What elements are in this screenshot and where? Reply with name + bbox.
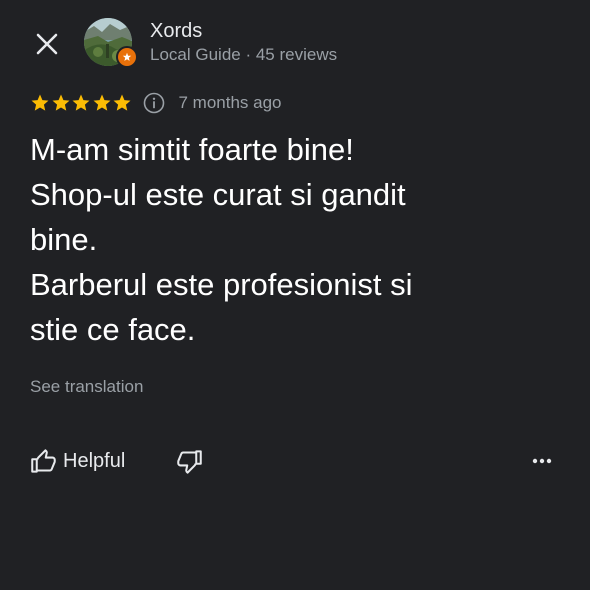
helpful-label: Helpful — [63, 449, 126, 472]
info-button[interactable] — [143, 92, 165, 114]
not-helpful-button[interactable] — [174, 445, 204, 477]
star-icon — [113, 94, 131, 111]
review-text-line: stie ce face. — [30, 312, 196, 347]
review-text-line: M-am simtit foarte bine! — [30, 132, 354, 167]
review-text-line: bine. — [30, 222, 98, 257]
star-icon — [93, 94, 110, 111]
rating-row: 7 months ago — [30, 91, 282, 115]
thumbs-down-icon — [176, 449, 202, 474]
star-icon — [72, 94, 90, 111]
author-name[interactable]: Xords — [150, 20, 202, 42]
review-text-line: Barberul este profesionist si — [30, 267, 413, 302]
see-translation-link[interactable]: See translation — [30, 377, 143, 397]
star-icon — [52, 94, 69, 111]
local-guide-badge — [116, 46, 138, 68]
close-icon — [36, 33, 58, 55]
review-text-line: Shop-ul este curat si gandit — [30, 177, 406, 212]
helpful-button[interactable]: Helpful — [30, 445, 125, 477]
review-text: M-am simtit foarte bine! Shop-ul este cu… — [30, 127, 550, 352]
local-guide-badge-icon — [122, 52, 132, 61]
more-horizontal-icon — [532, 458, 552, 464]
review-time: 7 months ago — [178, 93, 282, 112]
author-meta: Local Guide · 45 reviews — [150, 45, 338, 64]
info-icon — [143, 92, 164, 114]
author-avatar[interactable] — [84, 18, 138, 68]
star-icon — [31, 94, 49, 111]
more-options-button[interactable] — [525, 445, 559, 477]
thumbs-up-icon — [31, 448, 56, 473]
star-rating — [30, 93, 133, 113]
close-button[interactable] — [30, 27, 64, 61]
